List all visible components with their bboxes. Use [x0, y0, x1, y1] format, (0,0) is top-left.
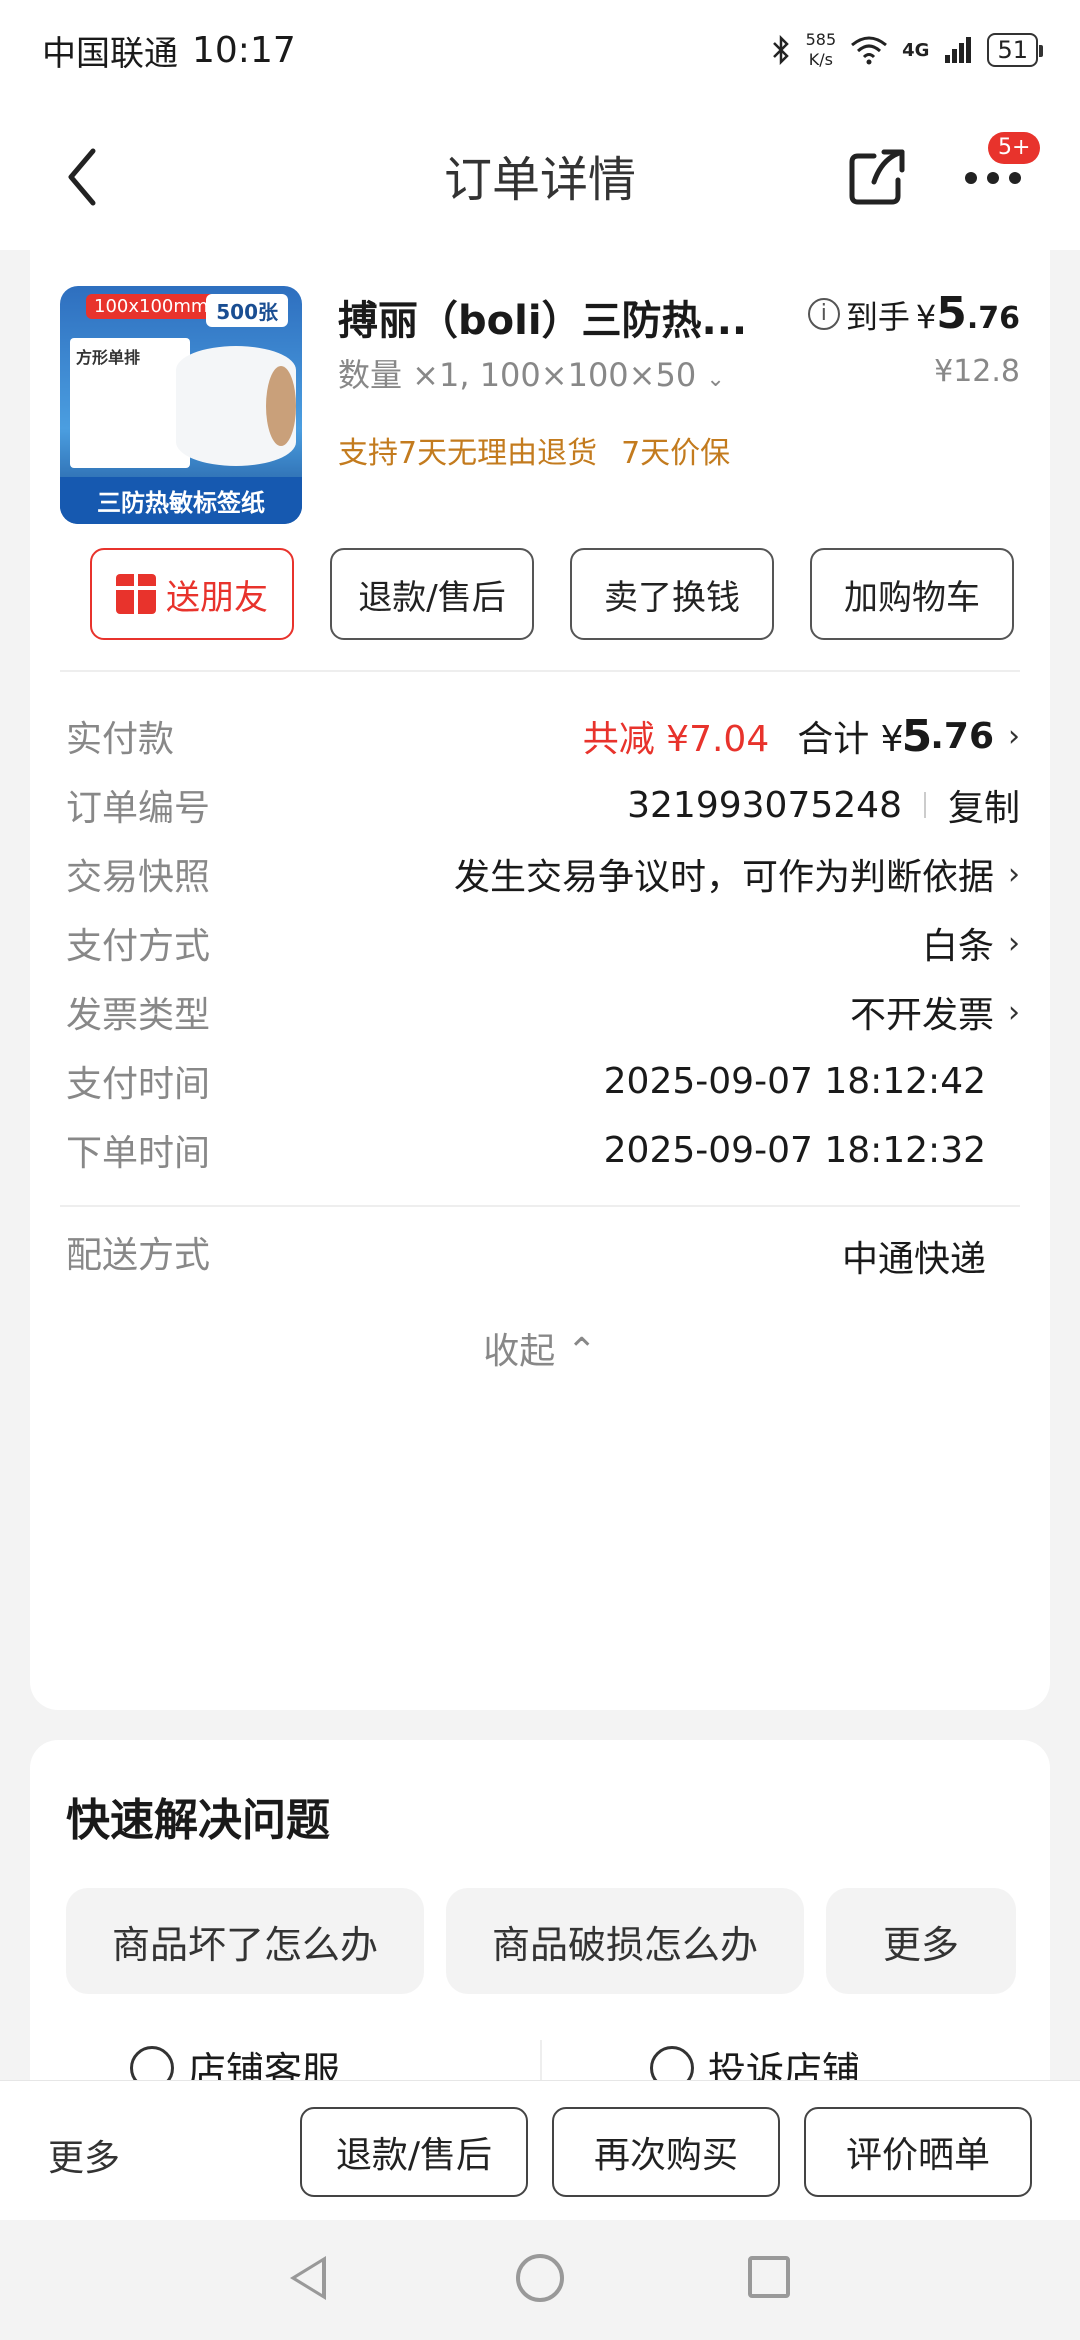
gift-icon: [116, 574, 156, 614]
battery-indicator: 51: [987, 33, 1043, 67]
payment-method: 白条: [921, 926, 994, 967]
status-right: 585 K/s 4G 51: [770, 30, 1043, 70]
status-left: 中国联通 10:17: [42, 26, 296, 75]
refund-after-sale-button[interactable]: 退款/售后: [300, 2107, 528, 2197]
product-label-sample: 方形单排: [70, 338, 190, 468]
carrier-label: 中国联通: [42, 33, 178, 74]
product-action-row: 送朋友 退款/售后 卖了换钱 加购物车: [90, 548, 1020, 640]
wifi-icon: [851, 36, 888, 65]
invoice-type: 不开发票: [849, 995, 994, 1036]
pay-time-row: 支付时间 2025-09-07 18:12:42: [66, 1060, 986, 1106]
gift-friend-button[interactable]: 送朋友: [90, 548, 294, 640]
paid-label: 实付款: [66, 719, 175, 760]
product-title[interactable]: 搏丽（boli）三防热...: [338, 288, 778, 346]
help-title: 快速解决问题: [66, 1795, 330, 1846]
paid-value: 共减 ¥7.04 合计 ¥ 5 .76 ›: [582, 710, 1020, 762]
divider: [60, 670, 1020, 672]
nav-bar: 订单详情: [0, 100, 1080, 250]
chevron-right-icon: ›: [1008, 925, 1020, 961]
chevron-down-icon: ⌄: [706, 367, 725, 392]
product-count-tag: 500张: [206, 294, 288, 327]
help-chips: 商品坏了怎么办 商品破损怎么办 更多: [66, 1888, 1016, 1994]
snapshot-hint: 发生交易争议时，可作为判断依据: [453, 857, 994, 898]
payment-method-row[interactable]: 支付方式 白条 ›: [66, 913, 1020, 973]
discount-amount: 共减 ¥7.04: [582, 719, 770, 760]
chip-more[interactable]: 更多: [826, 1888, 1016, 1994]
chevron-right-icon: ›: [1008, 718, 1020, 754]
product-size-tag: 100x100mm: [86, 294, 217, 319]
share-button[interactable]: [842, 142, 912, 212]
delivery-method: 中通快递: [841, 1239, 986, 1280]
clock: 10:17: [192, 29, 296, 71]
status-bar: 中国联通 10:17 585 K/s 4G 51: [0, 0, 1080, 100]
notification-badge: 5+: [988, 132, 1041, 164]
label-roll-graphic: [176, 346, 296, 466]
system-back-icon[interactable]: [290, 2256, 326, 2300]
price-integer: 5: [936, 288, 967, 339]
signal-icon: [945, 37, 972, 63]
product-image-caption: 三防热敏标签纸: [60, 477, 302, 524]
order-card: 100x100mm 500张 方形单排 三防热敏标签纸 搏丽（boli）三防热.…: [30, 250, 1050, 1710]
more-dot: [987, 172, 999, 184]
return-policy-tag: 支持7天无理由退货: [338, 436, 598, 471]
net-speed: 585 K/s: [805, 30, 837, 69]
product-spec[interactable]: 数量 ×1, 100×100×50 ⌄: [338, 350, 725, 396]
info-icon: i: [807, 297, 840, 330]
back-arrow-icon: [68, 148, 96, 206]
more-dot: [965, 172, 977, 184]
paid-row[interactable]: 实付款 共减 ¥7.04 合计 ¥ 5 .76 ›: [66, 706, 1020, 766]
page-title: 订单详情: [443, 152, 636, 208]
copy-button[interactable]: 复制: [948, 779, 1020, 831]
system-home-icon[interactable]: [516, 2254, 564, 2302]
price-decimal: .76: [966, 301, 1020, 336]
order-number-row: 订单编号 321993075248 复制: [66, 775, 1020, 835]
service-tags: 支持7天无理由退货 7天价保: [338, 428, 730, 472]
sell-button[interactable]: 卖了换钱: [570, 548, 774, 640]
review-button[interactable]: 评价晒单: [804, 2107, 1032, 2197]
add-to-cart-button[interactable]: 加购物车: [810, 548, 1014, 640]
total-integer: 5: [901, 710, 933, 762]
chip-broken-goods[interactable]: 商品破损怎么办: [446, 1888, 804, 1994]
chevron-right-icon: ›: [1008, 856, 1020, 892]
back-button[interactable]: [52, 142, 112, 212]
invoice-row[interactable]: 发票类型 不开发票 ›: [66, 982, 1020, 1042]
divider: [60, 1205, 1020, 1207]
bottom-action-bar: 更多 退款/售后 再次购买 评价晒单: [0, 2080, 1080, 2220]
separator: [923, 792, 926, 818]
original-price: ¥12.8: [934, 354, 1020, 389]
total-decimal: .76: [930, 715, 994, 757]
bluetooth-icon: [772, 35, 789, 65]
order-number: 321993075248: [627, 784, 902, 826]
chevron-right-icon: ›: [1008, 994, 1020, 1030]
system-recents-icon[interactable]: [748, 2256, 790, 2298]
more-dot: [1009, 172, 1021, 184]
order-time-row: 下单时间 2025-09-07 18:12:32: [66, 1129, 986, 1175]
final-price[interactable]: i 到手 ¥ 5 .76: [807, 288, 1020, 339]
order-time: 2025-09-07 18:12:32: [603, 1129, 986, 1171]
buy-again-button[interactable]: 再次购买: [552, 2107, 780, 2197]
system-nav-bar: [0, 2220, 1080, 2340]
price-protect-tag: 7天价保: [621, 436, 731, 471]
more-link[interactable]: 更多: [48, 2129, 120, 2181]
product-image[interactable]: 100x100mm 500张 方形单排 三防热敏标签纸: [60, 286, 302, 524]
snapshot-row[interactable]: 交易快照 发生交易争议时，可作为判断依据 ›: [66, 844, 1020, 904]
share-icon: [849, 149, 905, 205]
refund-button[interactable]: 退款/售后: [330, 548, 534, 640]
pay-time: 2025-09-07 18:12:42: [603, 1060, 986, 1102]
chip-damaged-goods[interactable]: 商品坏了怎么办: [66, 1888, 424, 1994]
collapse-button[interactable]: 收起 ⌃: [30, 1322, 1050, 1374]
network-type: 4G: [902, 39, 930, 61]
delivery-row: 配送方式 中通快递: [66, 1222, 1020, 1282]
